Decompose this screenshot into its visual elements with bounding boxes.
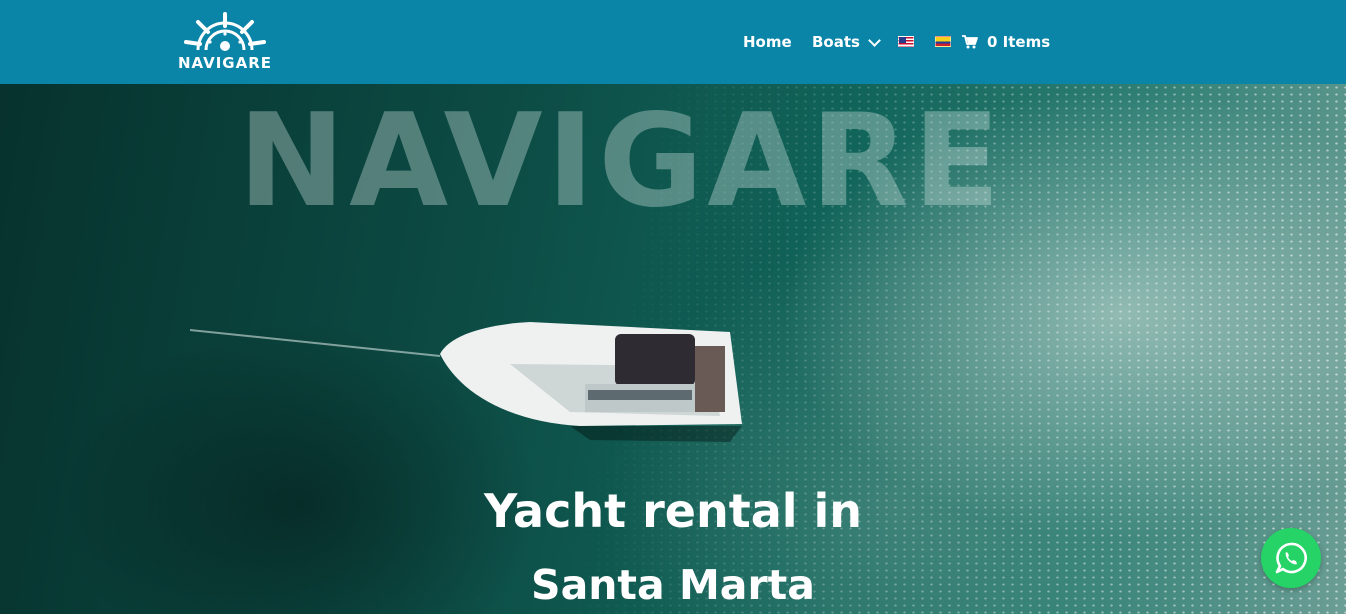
nav-boats-label: Boats [812, 33, 860, 51]
cart-link[interactable]: 0 Items [962, 0, 1050, 84]
nav-boats[interactable]: Boats [812, 0, 881, 84]
whatsapp-button[interactable] [1261, 528, 1321, 588]
yacht-image [190, 322, 742, 442]
chevron-down-icon [868, 33, 881, 47]
nav-home[interactable]: Home [743, 0, 792, 84]
hero-headline-line2: Santa Marta [531, 561, 815, 609]
navigare-logo[interactable]: NAVIGARE [170, 12, 280, 74]
ship-wheel-icon [184, 12, 266, 51]
cart-icon [962, 35, 978, 49]
hero-section: NAVIGARE Yacht rental in Santa Marta [0, 84, 1346, 614]
hero-background-word: NAVIGARE [238, 87, 1005, 236]
cart-label: 0 Items [987, 33, 1051, 51]
logo-text: NAVIGARE [177, 54, 273, 72]
us-flag-icon[interactable] [898, 36, 914, 47]
hero-headline-line1: Yacht rental in [483, 484, 863, 538]
nav-home-label: Home [743, 33, 792, 51]
site-header: NAVIGARE Home Boats 0 Items [0, 0, 1346, 84]
whatsapp-icon [1275, 542, 1307, 574]
colombia-flag-icon[interactable] [935, 36, 951, 47]
